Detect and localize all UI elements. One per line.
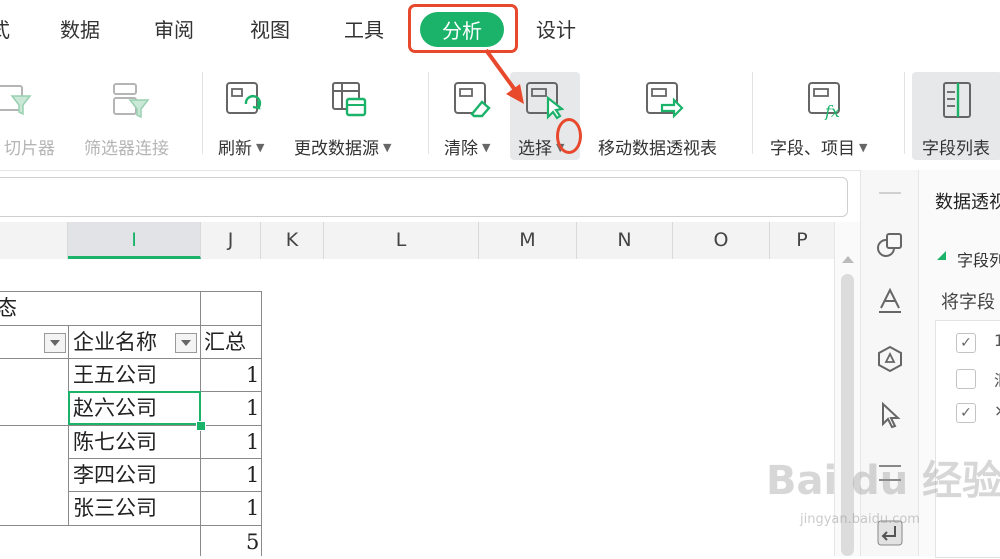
table-row-value[interactable]: 1 — [246, 359, 259, 392]
watermark: Bai du 经验 — [766, 458, 1000, 504]
slicer-label: 切片器 — [4, 139, 55, 159]
field-list-icon — [943, 82, 971, 118]
selected-cell[interactable] — [68, 391, 201, 425]
column-header-n[interactable]: N — [577, 222, 673, 259]
move-pivot-label: 移动数据透视表 — [598, 139, 717, 159]
annotation-arrow-icon — [484, 48, 524, 104]
panel-title: 数据透视 — [935, 192, 1000, 213]
cursor-select-icon[interactable] — [875, 400, 905, 430]
field-list-section-label: 字段列 — [957, 251, 1000, 270]
select-label: 选择 — [518, 139, 552, 159]
table-row-name[interactable]: 张三公司 — [73, 492, 157, 525]
total-header: 汇总 — [204, 330, 246, 354]
move-pivot-icon — [646, 82, 684, 119]
column-header-k[interactable]: K — [261, 222, 324, 259]
pivot-border — [0, 525, 262, 526]
field-checkbox-checked[interactable]: ✓ — [956, 333, 976, 353]
field-item-label: × — [994, 401, 1000, 420]
table-row-name[interactable]: 王五公司 — [73, 359, 157, 392]
scroll-up-icon[interactable] — [842, 256, 854, 263]
filter-connection-icon — [113, 83, 150, 119]
clear-label: 清除 — [444, 139, 478, 159]
pivot-border — [261, 291, 262, 556]
table-row-name[interactable]: 李四公司 — [73, 459, 157, 492]
data-source-icon — [332, 82, 367, 117]
pivot-border — [0, 291, 262, 292]
change-data-source-label: 更改数据源 — [294, 139, 379, 159]
menu-item-tools[interactable]: 工具 — [344, 14, 384, 43]
pivot-top-cell: 态 — [0, 296, 17, 320]
field-list-label: 字段列表 — [922, 139, 990, 159]
field-list-button[interactable]: 字段列表 — [912, 72, 1000, 160]
field-list-section[interactable]: 字段列 — [936, 247, 1000, 271]
chevron-down-icon[interactable]: ▼ — [383, 141, 391, 154]
field-checkbox-checked[interactable]: ✓ — [956, 403, 976, 423]
column-header-m[interactable]: M — [479, 222, 577, 259]
filter-connect-label: 筛选器连接 — [84, 139, 169, 159]
chevron-down-icon[interactable]: ▼ — [859, 141, 867, 154]
select-dropdown-highlight-circle — [556, 118, 582, 154]
menu-item-design[interactable]: 设计 — [536, 14, 576, 43]
company-name-header: 企业名称 — [73, 330, 157, 354]
text-style-icon[interactable] — [875, 286, 905, 316]
ribbon-separator — [202, 72, 203, 154]
column-header-l[interactable]: L — [324, 222, 479, 259]
field-checkbox-unchecked[interactable] — [956, 369, 976, 389]
table-row-value[interactable]: 1 — [246, 426, 259, 459]
refresh-label: 刷新 — [218, 139, 252, 159]
refresh-button[interactable]: 刷新 ▼ — [210, 72, 280, 160]
column-header-p[interactable]: P — [770, 222, 834, 259]
fields-formula-icon: fx — [808, 82, 840, 120]
hexagon-style-icon[interactable] — [875, 344, 905, 374]
field-list-box: ✓ 1 汇 ✓ × — [935, 320, 1000, 558]
column-header-i[interactable]: I — [68, 222, 201, 259]
change-data-source-button[interactable]: 更改数据源 ▼ — [288, 72, 416, 160]
refresh-icon — [226, 82, 262, 114]
table-row-value[interactable]: 1 — [246, 459, 259, 492]
menu-item-partial[interactable]: 式 — [0, 14, 10, 43]
field-item-label: 汇 — [994, 367, 1000, 391]
column-header-j[interactable]: J — [201, 222, 261, 259]
shapes-icon[interactable] — [875, 230, 905, 260]
pivot-border — [68, 325, 69, 525]
grand-total-value[interactable]: 5 — [246, 526, 259, 559]
watermark-url: jingyan.baidu.com — [800, 512, 920, 527]
chevron-down-icon[interactable]: ▼ — [482, 141, 490, 154]
filter-connect-button[interactable]: 筛选器连接 — [80, 72, 190, 160]
menu-item-view[interactable]: 视图 — [250, 14, 290, 43]
slicer-button[interactable]: 切片器 — [0, 72, 64, 160]
table-row-value[interactable]: 1 — [246, 492, 259, 525]
strip-handle — [879, 192, 901, 194]
fill-handle[interactable] — [196, 421, 206, 431]
ribbon-separator — [904, 72, 905, 154]
table-row-value[interactable]: 1 — [246, 392, 259, 425]
panel-hint: 将字段 — [941, 292, 995, 313]
svg-text:fx: fx — [824, 102, 840, 120]
column-header-o[interactable]: O — [673, 222, 770, 259]
ribbon-separator — [428, 72, 429, 154]
menu-item-review[interactable]: 审阅 — [154, 14, 194, 43]
chevron-down-icon[interactable]: ▼ — [256, 141, 264, 154]
move-pivot-table-button[interactable]: 移动数据透视表 — [590, 72, 740, 160]
column-header-row: I J K L M N O P — [0, 222, 834, 260]
field-item-label: 1 — [994, 331, 1000, 350]
company-filter-dropdown-icon[interactable] — [175, 333, 197, 353]
slicer-icon — [0, 85, 32, 116]
menu-item-data[interactable]: 数据 — [60, 14, 100, 43]
column-header-partial[interactable] — [0, 222, 68, 259]
table-row-name[interactable]: 陈七公司 — [73, 426, 157, 459]
fields-items-button[interactable]: fx 字段、项目 ▼ — [762, 72, 892, 160]
fields-items-label: 字段、项目 — [770, 139, 855, 159]
formula-input[interactable] — [0, 177, 848, 217]
ribbon-separator — [752, 72, 753, 154]
row-filter-dropdown-icon[interactable] — [44, 333, 66, 353]
